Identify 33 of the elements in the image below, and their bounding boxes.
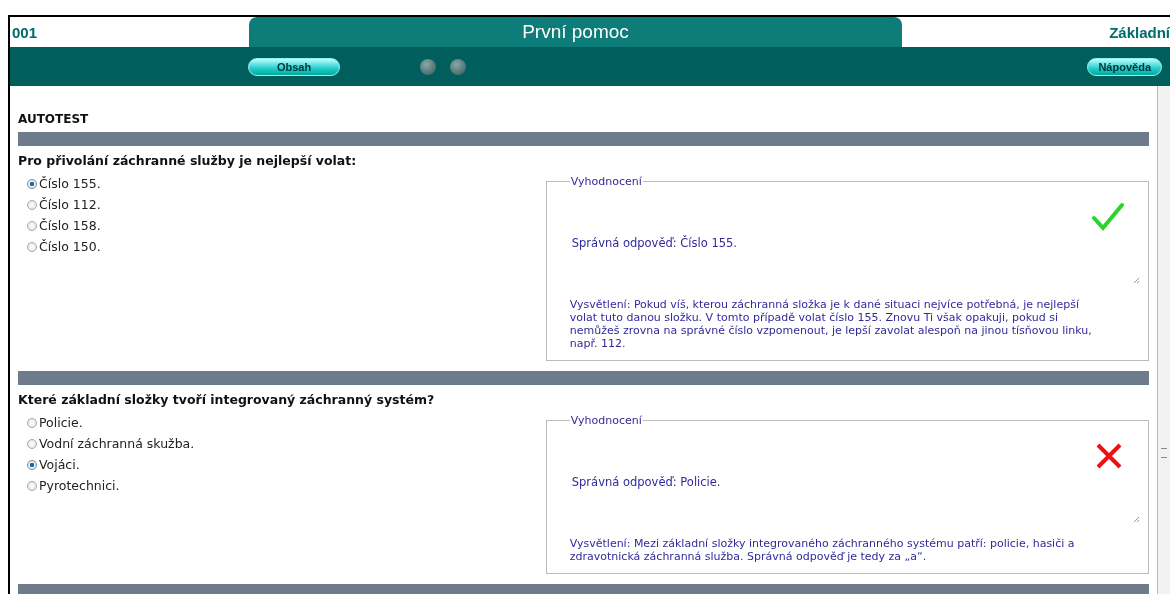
answer-option[interactable]: Číslo 155. bbox=[27, 173, 546, 194]
answer-option[interactable]: Číslo 158. bbox=[27, 215, 546, 236]
section-title: AUTOTEST bbox=[18, 112, 90, 126]
radio-button[interactable] bbox=[27, 459, 37, 470]
scrollbar[interactable] bbox=[1157, 86, 1170, 594]
answer-option[interactable]: Pyrotechnici. bbox=[27, 475, 546, 496]
answer-option[interactable]: Číslo 150. bbox=[27, 236, 546, 257]
help-button[interactable]: Nápověda bbox=[1087, 57, 1162, 76]
answer-option[interactable]: Policie. bbox=[27, 412, 546, 433]
radio-button[interactable] bbox=[27, 199, 37, 210]
module-title: První pomoc bbox=[249, 17, 902, 47]
correct-answer-text: Správná odpověď: Číslo 155. bbox=[571, 236, 739, 250]
radio-button[interactable] bbox=[27, 241, 37, 252]
panel-legend: Vyhodnocení bbox=[569, 175, 643, 188]
explanation-text: Vysvětlení: Pokud víš, kterou záchranná složka je k dané situaci nejvíce potřebná, je nejlepší volat tuto danou složku. V tomto případě volat číslo 155. Znovu Ti však opakuji, pokud si nemůžeš zrovna na správné číslo vzpomenout, je lepší zavolat alespoň na jinou tísňovou linku, např. 112. bbox=[569, 298, 1093, 350]
answer-option[interactable]: Číslo 112. bbox=[27, 194, 546, 215]
question-text: Pro přivolání záchranné služby je nejlepší volat: bbox=[18, 152, 358, 170]
question-text: Které základní složky tvoří integrovaný záchranný systém? bbox=[18, 391, 436, 409]
resize-grip-icon[interactable] bbox=[1133, 516, 1140, 523]
correct-answer-text: Správná odpověď: Policie. bbox=[571, 475, 722, 489]
radio-button[interactable] bbox=[27, 438, 37, 449]
resize-grip-icon[interactable] bbox=[1133, 277, 1140, 284]
radio-button[interactable] bbox=[27, 417, 37, 428]
panel-legend: Vyhodnocení bbox=[569, 414, 643, 427]
contents-button[interactable]: Obsah bbox=[248, 57, 340, 76]
radio-button[interactable] bbox=[27, 220, 37, 231]
chapter-title: Základní bbox=[1108, 23, 1170, 41]
page-number: 001 bbox=[11, 23, 39, 41]
radio-button[interactable] bbox=[27, 178, 37, 189]
explanation-text: Vysvětlení: Mezi základní složky integrovaného záchranného systému patří: policie, hasiči a zdravotnická záchranná služba. Správná odpověď je tedy za „a“. bbox=[569, 537, 1076, 563]
radio-button[interactable] bbox=[27, 480, 37, 491]
answer-option[interactable]: Vodní záchranná skužba. bbox=[27, 433, 546, 454]
answer-option[interactable]: Vojáci. bbox=[27, 454, 546, 475]
